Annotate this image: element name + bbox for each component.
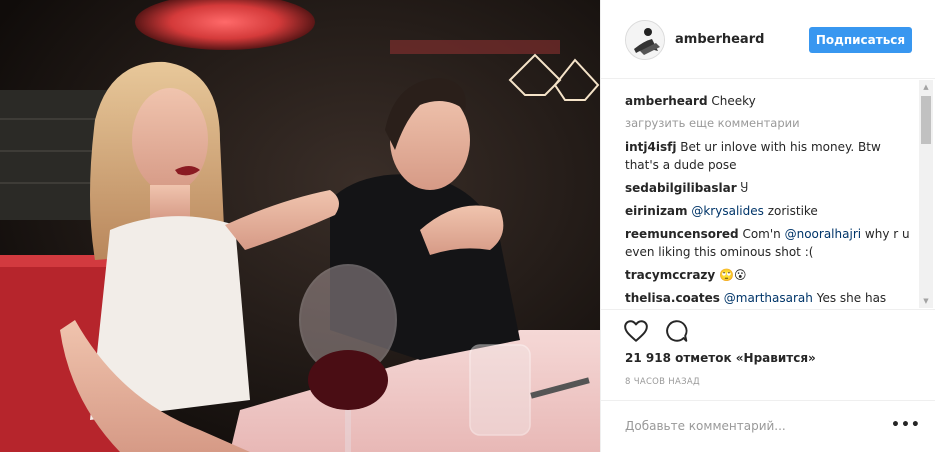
comment-mention-link[interactable]: @krysalides: [691, 204, 764, 218]
comment-text: zoristike: [767, 204, 818, 218]
post-actions-bar: [601, 309, 935, 345]
comment-mention-link[interactable]: @marthasarah: [724, 291, 813, 305]
comment-item: thelisa.coates @marthasarah Yes she has: [625, 289, 910, 307]
comment-username[interactable]: sedabilgilibaslar: [625, 181, 737, 195]
scrollbar-thumb[interactable]: [921, 96, 931, 144]
post-side-panel: amberheard Подписаться amberheard Cheeky…: [600, 0, 935, 452]
ellipsis-icon[interactable]: •••: [891, 414, 920, 438]
comment-text: Ⴘ: [740, 181, 749, 195]
comment-item: eirinizam @krysalides zoristike: [625, 202, 910, 220]
comment-mention-link[interactable]: @nooralhajri: [785, 227, 861, 241]
avatar[interactable]: [625, 20, 665, 60]
caption-text: Cheeky: [711, 94, 756, 108]
comment-username[interactable]: tracymccrazy: [625, 268, 715, 282]
caption-username[interactable]: amberheard: [625, 94, 708, 108]
likes-count[interactable]: 21 918 отметок «Нравится»: [625, 351, 816, 365]
comment-username[interactable]: reemuncensored: [625, 227, 739, 241]
comments-scrollbar[interactable]: ▲ ▼: [919, 80, 933, 308]
post-photo-illustration: [0, 0, 600, 452]
scroll-down-arrow-icon[interactable]: ▼: [919, 294, 933, 308]
header-username[interactable]: amberheard: [675, 32, 764, 47]
comment-username[interactable]: intj4isfj: [625, 140, 676, 154]
comment-text: Yes she has: [816, 291, 887, 305]
comment-text-prefix: Com'n: [742, 227, 781, 241]
comment-text: 🙄😮: [719, 268, 747, 282]
load-more-comments-link[interactable]: загрузить еще комментарии: [625, 116, 910, 130]
comment-item: intj4isfj Bet ur inlove with his money. …: [625, 138, 910, 174]
comments-list[interactable]: amberheard Cheeky загрузить еще коммента…: [601, 80, 935, 308]
avatar-image-icon: [626, 21, 664, 59]
post-timestamp[interactable]: 8 ЧАСОВ НАЗАД: [625, 377, 700, 387]
caption: amberheard Cheeky: [625, 92, 910, 110]
add-comment-bar: •••: [601, 400, 935, 452]
comment-username[interactable]: thelisa.coates: [625, 291, 720, 305]
follow-button[interactable]: Подписаться: [809, 27, 912, 53]
comment-item: sedabilgilibaslar Ⴘ: [625, 179, 910, 197]
heart-outline-icon[interactable]: [623, 318, 649, 344]
post-header: amberheard Подписаться: [601, 0, 935, 79]
speech-bubble-icon[interactable]: [663, 318, 689, 344]
post-photo[interactable]: [0, 0, 600, 452]
scroll-up-arrow-icon[interactable]: ▲: [919, 80, 933, 94]
add-comment-input[interactable]: [625, 415, 875, 437]
comment-item: reemuncensored Com'n @nooralhajri why r …: [625, 225, 910, 261]
comment-item: tracymccrazy 🙄😮: [625, 266, 910, 284]
comment-username[interactable]: eirinizam: [625, 204, 688, 218]
